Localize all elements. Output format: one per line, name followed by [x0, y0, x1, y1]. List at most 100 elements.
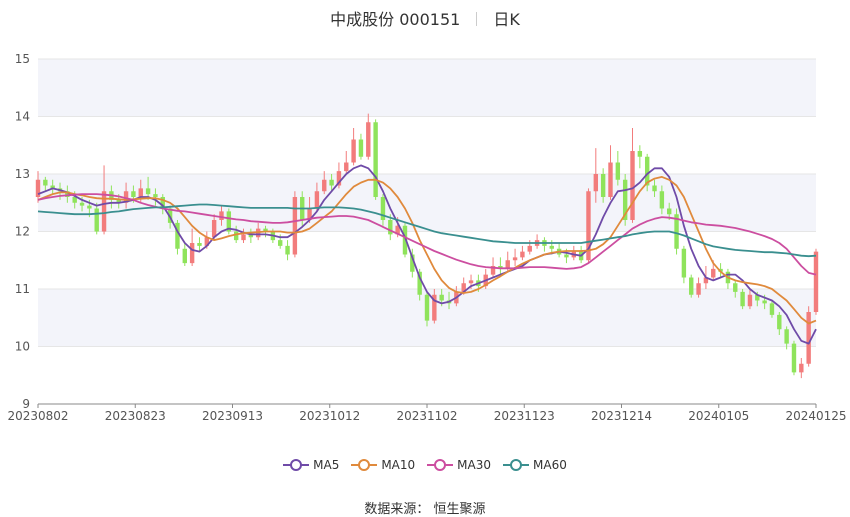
- candle-body: [358, 139, 364, 157]
- candle: [674, 208, 679, 255]
- candle-body: [747, 294, 753, 307]
- legend-label: MA5: [313, 458, 340, 472]
- candle: [182, 243, 187, 266]
- candle-body: [278, 240, 283, 246]
- candle-body: [659, 191, 665, 209]
- candle: [292, 191, 298, 258]
- x-tick-label: 20240125: [785, 409, 846, 423]
- candle: [498, 257, 503, 275]
- y-tick-label: 15: [15, 52, 30, 66]
- grid-band: [38, 59, 816, 117]
- candle-body: [153, 194, 158, 197]
- candle-body: [711, 268, 716, 278]
- legend-label: MA60: [533, 458, 567, 472]
- y-tick-label: 13: [15, 167, 30, 181]
- x-tick-label: 20231012: [299, 409, 360, 423]
- candle-body: [608, 162, 613, 197]
- candle-body: [101, 191, 107, 232]
- candle-body: [740, 291, 745, 307]
- candle-body: [351, 139, 356, 163]
- x-tick-label: 20230823: [105, 409, 166, 423]
- candle-body: [784, 329, 789, 344]
- candle: [696, 277, 701, 298]
- y-tick-label: 14: [15, 110, 30, 124]
- candlestick-chart: 910111213141520230802 20230823 20230913 202…: [7, 52, 846, 423]
- candle: [226, 208, 232, 235]
- chart-legend: MA5 MA10 MA30 MA60: [0, 458, 850, 475]
- candle-body: [600, 174, 606, 197]
- candle: [542, 237, 547, 252]
- candle-body: [131, 191, 136, 197]
- candle-body: [667, 208, 672, 215]
- candle: [534, 234, 540, 249]
- candle: [637, 145, 643, 169]
- candle: [358, 133, 364, 160]
- y-tick-label: 10: [15, 340, 30, 354]
- candle-body: [813, 251, 819, 312]
- candle: [366, 113, 371, 160]
- candle-body: [512, 257, 518, 261]
- candle-body: [87, 205, 92, 209]
- candle-body: [72, 197, 77, 203]
- candle-body: [373, 122, 378, 197]
- candle-body: [777, 314, 782, 330]
- candle-body: [615, 162, 621, 180]
- legend-item-ma10[interactable]: MA10: [351, 458, 415, 472]
- candle-body: [211, 220, 217, 238]
- candle: [689, 274, 694, 298]
- candle-body: [366, 122, 371, 157]
- candle-body: [329, 179, 334, 186]
- legend-label: MA30: [457, 458, 492, 472]
- x-tick-label: 20230802: [7, 409, 68, 423]
- candle: [556, 243, 562, 258]
- candle-body: [145, 188, 151, 195]
- candle: [586, 188, 591, 264]
- legend-marker-icon: [503, 459, 530, 471]
- candle-body: [219, 211, 224, 220]
- y-tick-label: 12: [15, 225, 30, 239]
- candle: [520, 245, 525, 261]
- candle-body: [292, 197, 298, 255]
- candle-body: [468, 280, 474, 284]
- x-tick-label: 20231214: [591, 409, 652, 423]
- legend-item-ma5[interactable]: MA5: [283, 458, 339, 472]
- candle-body: [197, 243, 202, 246]
- candle-body: [189, 243, 195, 264]
- candle: [351, 128, 356, 166]
- x-tick-label: 20240105: [688, 409, 749, 423]
- legend-item-ma30[interactable]: MA30: [427, 458, 491, 472]
- candle-body: [637, 151, 643, 157]
- candle: [344, 151, 349, 174]
- candle-body: [344, 162, 349, 172]
- candle-body: [79, 202, 85, 206]
- candle-body: [388, 220, 393, 235]
- candle: [373, 119, 378, 200]
- candle-body: [138, 188, 143, 197]
- candle: [791, 340, 797, 376]
- candle: [806, 306, 811, 367]
- candle: [799, 358, 804, 379]
- candle: [813, 248, 819, 315]
- x-tick-label: 20230913: [202, 409, 263, 423]
- candle: [175, 220, 180, 255]
- candle: [630, 128, 635, 223]
- candle-body: [520, 251, 525, 258]
- candle: [608, 145, 613, 200]
- candle-body: [689, 277, 694, 295]
- candle-body: [94, 208, 99, 232]
- candle-body: [564, 254, 569, 258]
- candle-body: [527, 245, 532, 252]
- candle-body: [630, 151, 635, 220]
- candle-body: [593, 174, 599, 192]
- legend-marker-icon: [283, 459, 310, 471]
- candle-body: [182, 248, 187, 264]
- candle-body: [733, 283, 738, 292]
- legend-marker-icon: [427, 459, 454, 471]
- candle-body: [799, 363, 804, 373]
- legend-marker-icon: [351, 459, 378, 471]
- candle-body: [439, 294, 444, 301]
- legend-item-ma60[interactable]: MA60: [503, 458, 567, 472]
- candle-body: [241, 234, 246, 241]
- candle-body: [769, 303, 775, 315]
- candle-body: [424, 294, 430, 321]
